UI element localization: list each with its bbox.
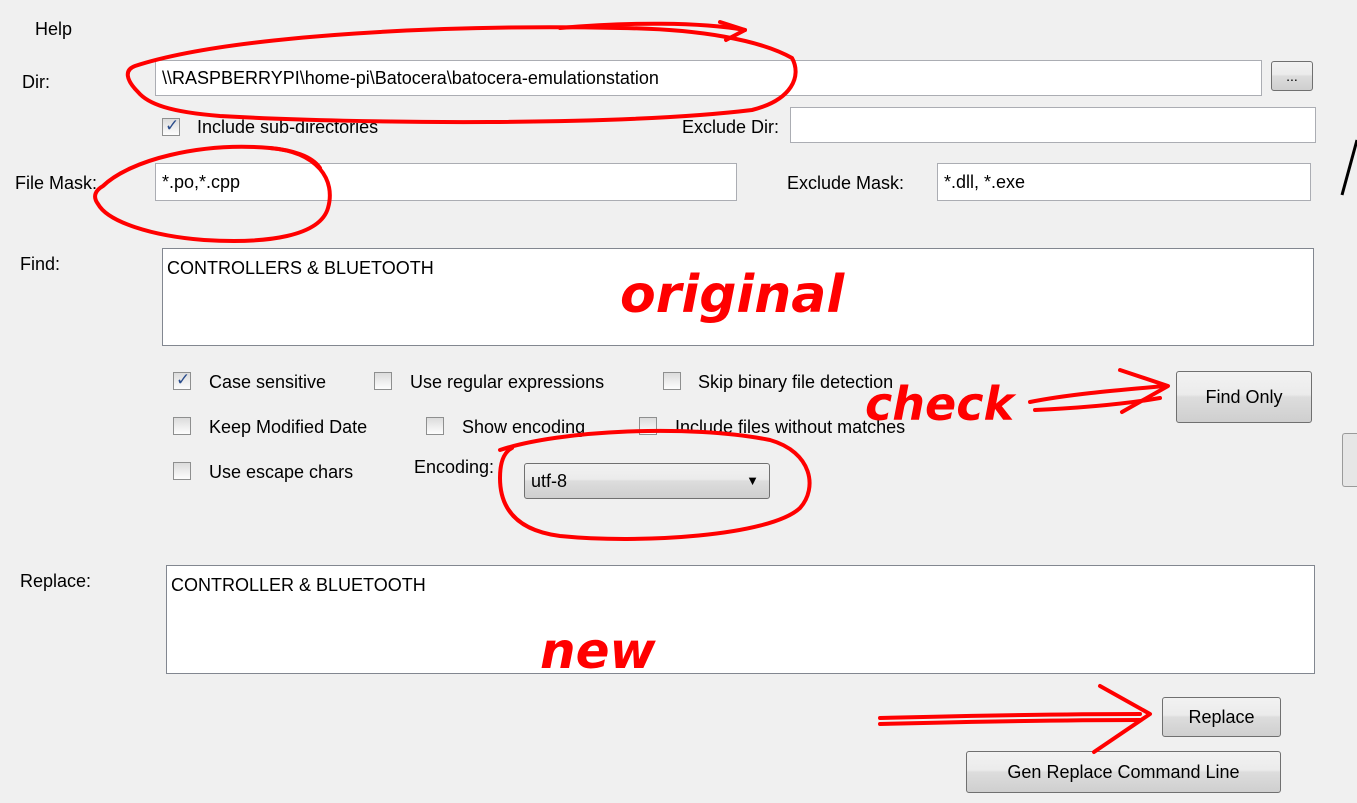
- find-label: Find:: [20, 254, 61, 274]
- skip-binary-label: Skip binary file detection: [698, 372, 894, 392]
- include-subdirs-checkbox[interactable]: ✓: [162, 116, 180, 136]
- replace-textarea[interactable]: CONTROLLER & BLUETOOTH: [166, 565, 1315, 674]
- case-sensitive-label: Case sensitive: [209, 372, 327, 392]
- help-menu[interactable]: Help: [35, 18, 72, 40]
- annotation-arrow-check: [1028, 384, 1167, 404]
- show-encoding-checkbox[interactable]: [426, 417, 444, 435]
- include-no-match-label: Include files without matches: [675, 417, 906, 437]
- replace-button[interactable]: Replace: [1162, 697, 1281, 737]
- partial-button-edge: [1342, 433, 1357, 487]
- replace-label: Replace:: [20, 571, 92, 591]
- exclude-dir-label: Exclude Dir:: [682, 117, 780, 137]
- escape-chars-checkbox[interactable]: [173, 462, 191, 480]
- regex-checkbox[interactable]: [374, 372, 392, 390]
- encoding-value: utf-8: [531, 471, 568, 491]
- annotation-arrow-replace: [878, 712, 1142, 720]
- chevron-down-icon: ▼: [746, 473, 759, 488]
- browse-button[interactable]: ...: [1271, 61, 1313, 91]
- regex-label: Use regular expressions: [410, 372, 605, 392]
- escape-chars-label: Use escape chars: [209, 462, 354, 482]
- dir-label: Dir:: [22, 72, 50, 92]
- keep-date-label: Keep Modified Date: [209, 417, 368, 437]
- exclude-mask-input[interactable]: *.dll, *.exe: [937, 163, 1311, 201]
- include-no-match-checkbox[interactable]: [639, 417, 657, 435]
- exclude-mask-label: Exclude Mask:: [787, 173, 905, 193]
- keep-date-checkbox[interactable]: [173, 417, 191, 435]
- skip-binary-checkbox[interactable]: [663, 372, 681, 390]
- find-only-button[interactable]: Find Only: [1176, 371, 1312, 423]
- encoding-label: Encoding:: [414, 457, 495, 477]
- include-subdirs-label: Include sub-directories: [197, 117, 379, 137]
- dir-input[interactable]: \\RASPBERRYPI\home-pi\Batocera\batocera-…: [155, 60, 1262, 96]
- file-mask-label: File Mask:: [15, 173, 98, 193]
- show-encoding-label: Show encoding: [462, 417, 586, 437]
- exclude-dir-input[interactable]: [790, 107, 1316, 143]
- gen-replace-command-button[interactable]: Gen Replace Command Line: [966, 751, 1281, 793]
- file-mask-input[interactable]: *.po,*.cpp: [155, 163, 737, 201]
- encoding-select[interactable]: utf-8 ▼: [524, 463, 770, 499]
- find-textarea[interactable]: CONTROLLERS & BLUETOOTH: [162, 248, 1314, 346]
- case-sensitive-checkbox[interactable]: ✓: [173, 370, 191, 390]
